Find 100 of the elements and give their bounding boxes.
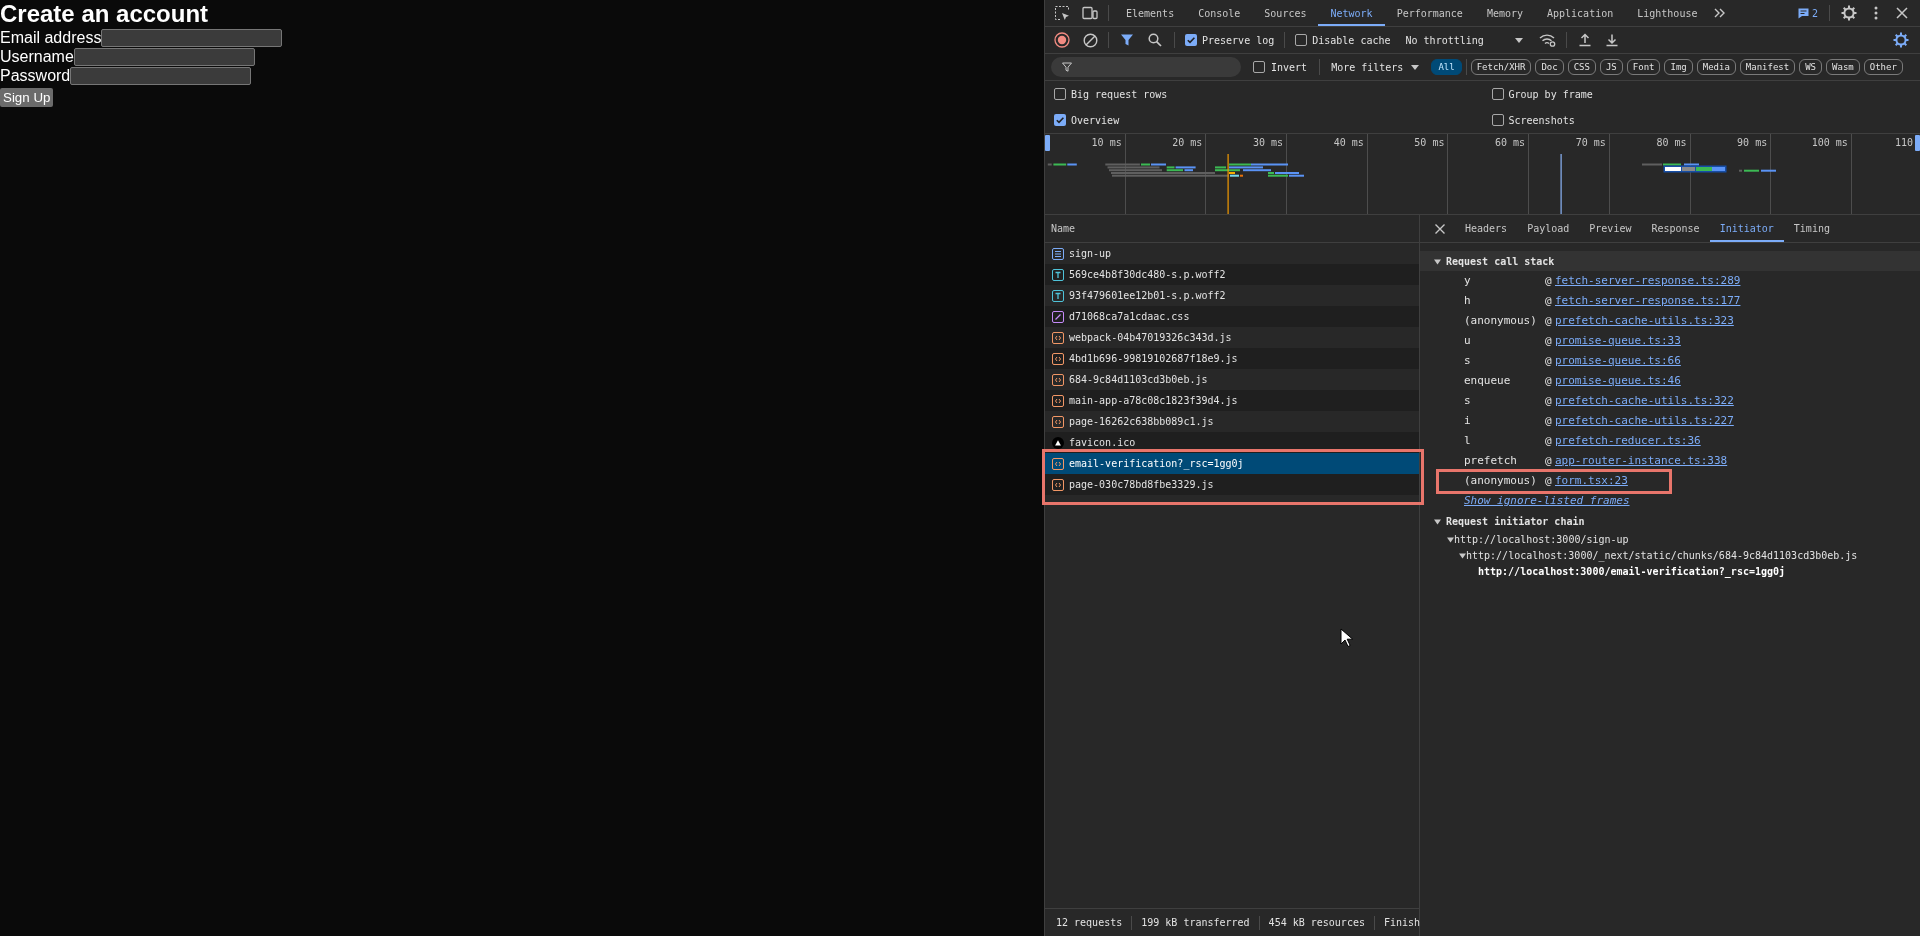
checkbox[interactable] (1295, 34, 1308, 46)
tab[interactable]: Memory (1474, 0, 1535, 26)
sign-up-button[interactable]: Sign Up (0, 88, 54, 107)
checkbox[interactable] (1491, 88, 1504, 100)
close-icon[interactable] (1435, 223, 1445, 234)
source-link[interactable]: fetch-server-response.ts:289 (1555, 272, 1741, 290)
tab[interactable]: Timing (1783, 215, 1840, 242)
code-file-icon (1052, 457, 1064, 470)
source-link[interactable]: app-router-instance.ts:338 (1555, 452, 1728, 470)
request-name: 684-9c84d1103cd3b0eb.js (1069, 373, 1208, 387)
filter-field[interactable] (1051, 57, 1241, 77)
search-icon[interactable] (1148, 33, 1162, 47)
request-row[interactable]: main-app-a78c08c1823f39d4.js (1045, 390, 1419, 411)
filter-chip[interactable]: WS (1799, 59, 1823, 75)
tab[interactable]: Lighthouse (1625, 0, 1710, 26)
field-label: Username (0, 47, 74, 66)
tab[interactable]: Preview (1579, 215, 1642, 242)
filter-chip[interactable]: Img (1664, 59, 1693, 75)
menu-icon[interactable] (1874, 6, 1878, 20)
disclosure-triangle-icon[interactable] (1447, 535, 1454, 543)
section-header[interactable]: Request initiator chain (1420, 511, 1920, 531)
source-link[interactable]: promise-queue.ts:33 (1555, 332, 1681, 350)
tab[interactable]: Application (1535, 0, 1626, 26)
request-row[interactable]: 4bd1b696-99819102687f18e9.js (1045, 348, 1419, 369)
checkbox[interactable] (1054, 114, 1066, 126)
filter-chip[interactable]: All (1431, 59, 1462, 75)
filter-chip[interactable]: Manifest (1739, 59, 1796, 75)
text-field[interactable] (101, 28, 283, 47)
source-link[interactable]: promise-queue.ts:66 (1555, 352, 1681, 370)
filter-chip[interactable]: Doc (1535, 59, 1564, 75)
request-row[interactable]: email-verification?_rsc=1gg0j (1045, 453, 1419, 474)
more-filters-button[interactable]: More filters (1331, 59, 1420, 75)
section-title: Request initiator chain (1446, 514, 1585, 529)
filter-chip[interactable]: Font (1626, 59, 1661, 75)
show-frames-link[interactable]: Show ignore-listed frames (1464, 492, 1630, 510)
timeline-bar (1761, 169, 1776, 172)
filter-chip[interactable]: CSS (1567, 59, 1596, 75)
checkbox-label: Screenshots (1508, 113, 1575, 128)
checkbox-label: Preserve log (1202, 33, 1275, 48)
upload-icon[interactable] (1577, 33, 1592, 47)
message-icon (1797, 7, 1809, 19)
filter-chip[interactable]: JS (1599, 59, 1623, 75)
close-icon[interactable] (1896, 7, 1908, 19)
chain-url: http://localhost:3000/sign-up (1454, 532, 1629, 547)
download-icon[interactable] (1604, 33, 1619, 47)
tick-label: 110 (1894, 137, 1913, 149)
tab[interactable]: Initiator (1709, 215, 1784, 242)
wifi-gear-icon[interactable] (1538, 33, 1556, 47)
source-link[interactable]: prefetch-cache-utils.ts:323 (1555, 312, 1734, 330)
checkbox[interactable] (1491, 114, 1504, 126)
source-link[interactable]: prefetch-cache-utils.ts:227 (1555, 412, 1734, 430)
request-row[interactable]: 569ce4b8f30dc480-s.p.woff2 (1045, 264, 1419, 285)
tab[interactable]: Sources (1252, 0, 1319, 26)
section-title: Request call stack (1446, 254, 1555, 269)
source-link[interactable]: prefetch-cache-utils.ts:322 (1555, 392, 1734, 410)
timeline-bar (1744, 169, 1759, 172)
tab[interactable]: Network (1318, 0, 1385, 26)
filter-chip[interactable]: Fetch/XHR (1470, 59, 1532, 75)
request-name: 93f479601ee12b01-s.p.woff2 (1069, 289, 1226, 303)
text-field[interactable] (73, 47, 255, 66)
tab[interactable]: Headers (1455, 215, 1518, 242)
request-name: 4bd1b696-99819102687f18e9.js (1069, 352, 1238, 366)
filter-chip[interactable]: Media (1696, 59, 1736, 75)
at-symbol: @ (1545, 392, 1553, 409)
checkbox[interactable] (1054, 88, 1066, 100)
range-handle[interactable] (1045, 135, 1050, 151)
device-toolbar-icon[interactable] (1082, 5, 1098, 21)
settings-icon[interactable] (1893, 32, 1909, 48)
request-row[interactable]: page-030c78bd8fbe3329.js (1045, 474, 1419, 495)
section-header[interactable]: Request call stack (1420, 251, 1920, 271)
checkbox[interactable] (1253, 61, 1265, 73)
tab[interactable]: Payload (1517, 215, 1580, 242)
tab[interactable]: Elements (1114, 0, 1187, 26)
throttling-select[interactable]: No throttling (1405, 32, 1523, 48)
request-row[interactable]: favicon.ico (1045, 432, 1419, 453)
funnel-icon[interactable] (1120, 33, 1134, 47)
tab[interactable]: Response (1641, 215, 1710, 242)
text-field[interactable] (70, 66, 252, 85)
prohibited-icon[interactable] (1083, 32, 1098, 48)
tab[interactable]: Console (1186, 0, 1253, 26)
tab[interactable]: Performance (1384, 0, 1475, 26)
inspect-element-icon[interactable] (1054, 5, 1070, 21)
range-handle[interactable] (1915, 135, 1920, 151)
source-link[interactable]: prefetch-reducer.ts:36 (1555, 432, 1701, 450)
source-link[interactable]: form.tsx:23 (1555, 472, 1628, 490)
settings-icon[interactable] (1841, 5, 1857, 21)
tick-label: 30 ms (1252, 137, 1285, 149)
filter-chip[interactable]: Other (1863, 59, 1903, 75)
source-link[interactable]: fetch-server-response.ts:177 (1555, 292, 1741, 310)
issues-button[interactable]: 2 (1797, 5, 1818, 21)
at-symbol: @ (1545, 352, 1553, 369)
record-icon[interactable] (1054, 32, 1070, 48)
source-link[interactable]: promise-queue.ts:46 (1555, 372, 1681, 390)
request-row[interactable]: d71068ca7a1cdaac.css (1045, 306, 1419, 327)
double-chevron-icon[interactable] (1714, 8, 1727, 18)
disclosure-triangle-icon[interactable] (1459, 551, 1466, 559)
checkbox[interactable] (1185, 34, 1197, 46)
filter-chip[interactable]: Wasm (1826, 59, 1860, 75)
disclosure-triangle-icon[interactable] (1434, 517, 1441, 525)
disclosure-triangle-icon[interactable] (1434, 257, 1441, 265)
